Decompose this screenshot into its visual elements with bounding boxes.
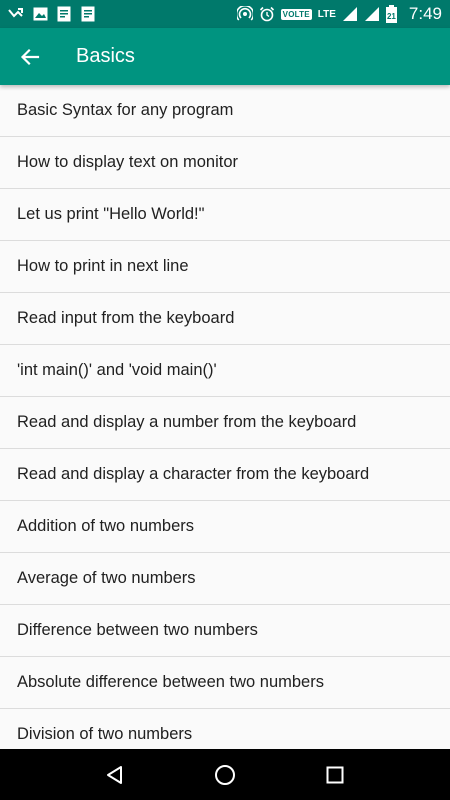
list-item[interactable]: How to print in next line <box>0 241 450 293</box>
missed-call-icon <box>8 6 24 22</box>
nav-recents-button[interactable] <box>310 749 360 800</box>
hotspot-icon <box>236 6 253 22</box>
back-button[interactable] <box>0 28 60 85</box>
network-type: LTE <box>317 8 336 20</box>
topic-list: Basic Syntax for any program How to disp… <box>0 85 450 749</box>
status-bar-notifications <box>8 6 96 22</box>
battery-level: 21 <box>386 11 396 21</box>
status-bar-system: VOLTE LTE 21 7:49 <box>236 4 442 24</box>
list-item[interactable]: Average of two numbers <box>0 553 450 605</box>
list-item[interactable]: Read input from the keyboard <box>0 293 450 345</box>
back-triangle-icon <box>105 765 125 785</box>
list-item[interactable]: 'int main()' and 'void main()' <box>0 345 450 397</box>
list-item[interactable]: How to display text on monitor <box>0 137 450 189</box>
signal-icon <box>342 6 358 22</box>
image-icon <box>32 6 48 22</box>
list-item[interactable]: Division of two numbers <box>0 709 450 749</box>
status-bar: VOLTE LTE 21 7:49 <box>0 0 450 28</box>
list-item[interactable]: Difference between two numbers <box>0 605 450 657</box>
list-item[interactable]: Let us print "Hello World!" <box>0 189 450 241</box>
home-circle-icon <box>214 764 236 786</box>
list-item[interactable]: Read and display a number from the keybo… <box>0 397 450 449</box>
volte-badge: VOLTE <box>280 8 312 20</box>
status-time: 7:49 <box>408 4 442 23</box>
recents-square-icon <box>326 766 344 784</box>
battery-icon: 21 <box>385 5 397 23</box>
arrow-back-icon <box>20 47 40 67</box>
alarm-icon <box>259 6 275 22</box>
page-title: Basics <box>76 45 135 67</box>
navigation-bar <box>0 749 450 800</box>
nav-home-button[interactable] <box>200 749 250 800</box>
document-icon <box>80 6 96 22</box>
list-item[interactable]: Read and display a character from the ke… <box>0 449 450 501</box>
document-icon <box>56 6 72 22</box>
app-bar: Basics <box>0 28 450 85</box>
list-item[interactable]: Basic Syntax for any program <box>0 85 450 137</box>
signal-icon <box>364 6 380 22</box>
nav-back-button[interactable] <box>90 749 140 800</box>
list-item[interactable]: Absolute difference between two numbers <box>0 657 450 709</box>
list-item[interactable]: Addition of two numbers <box>0 501 450 553</box>
